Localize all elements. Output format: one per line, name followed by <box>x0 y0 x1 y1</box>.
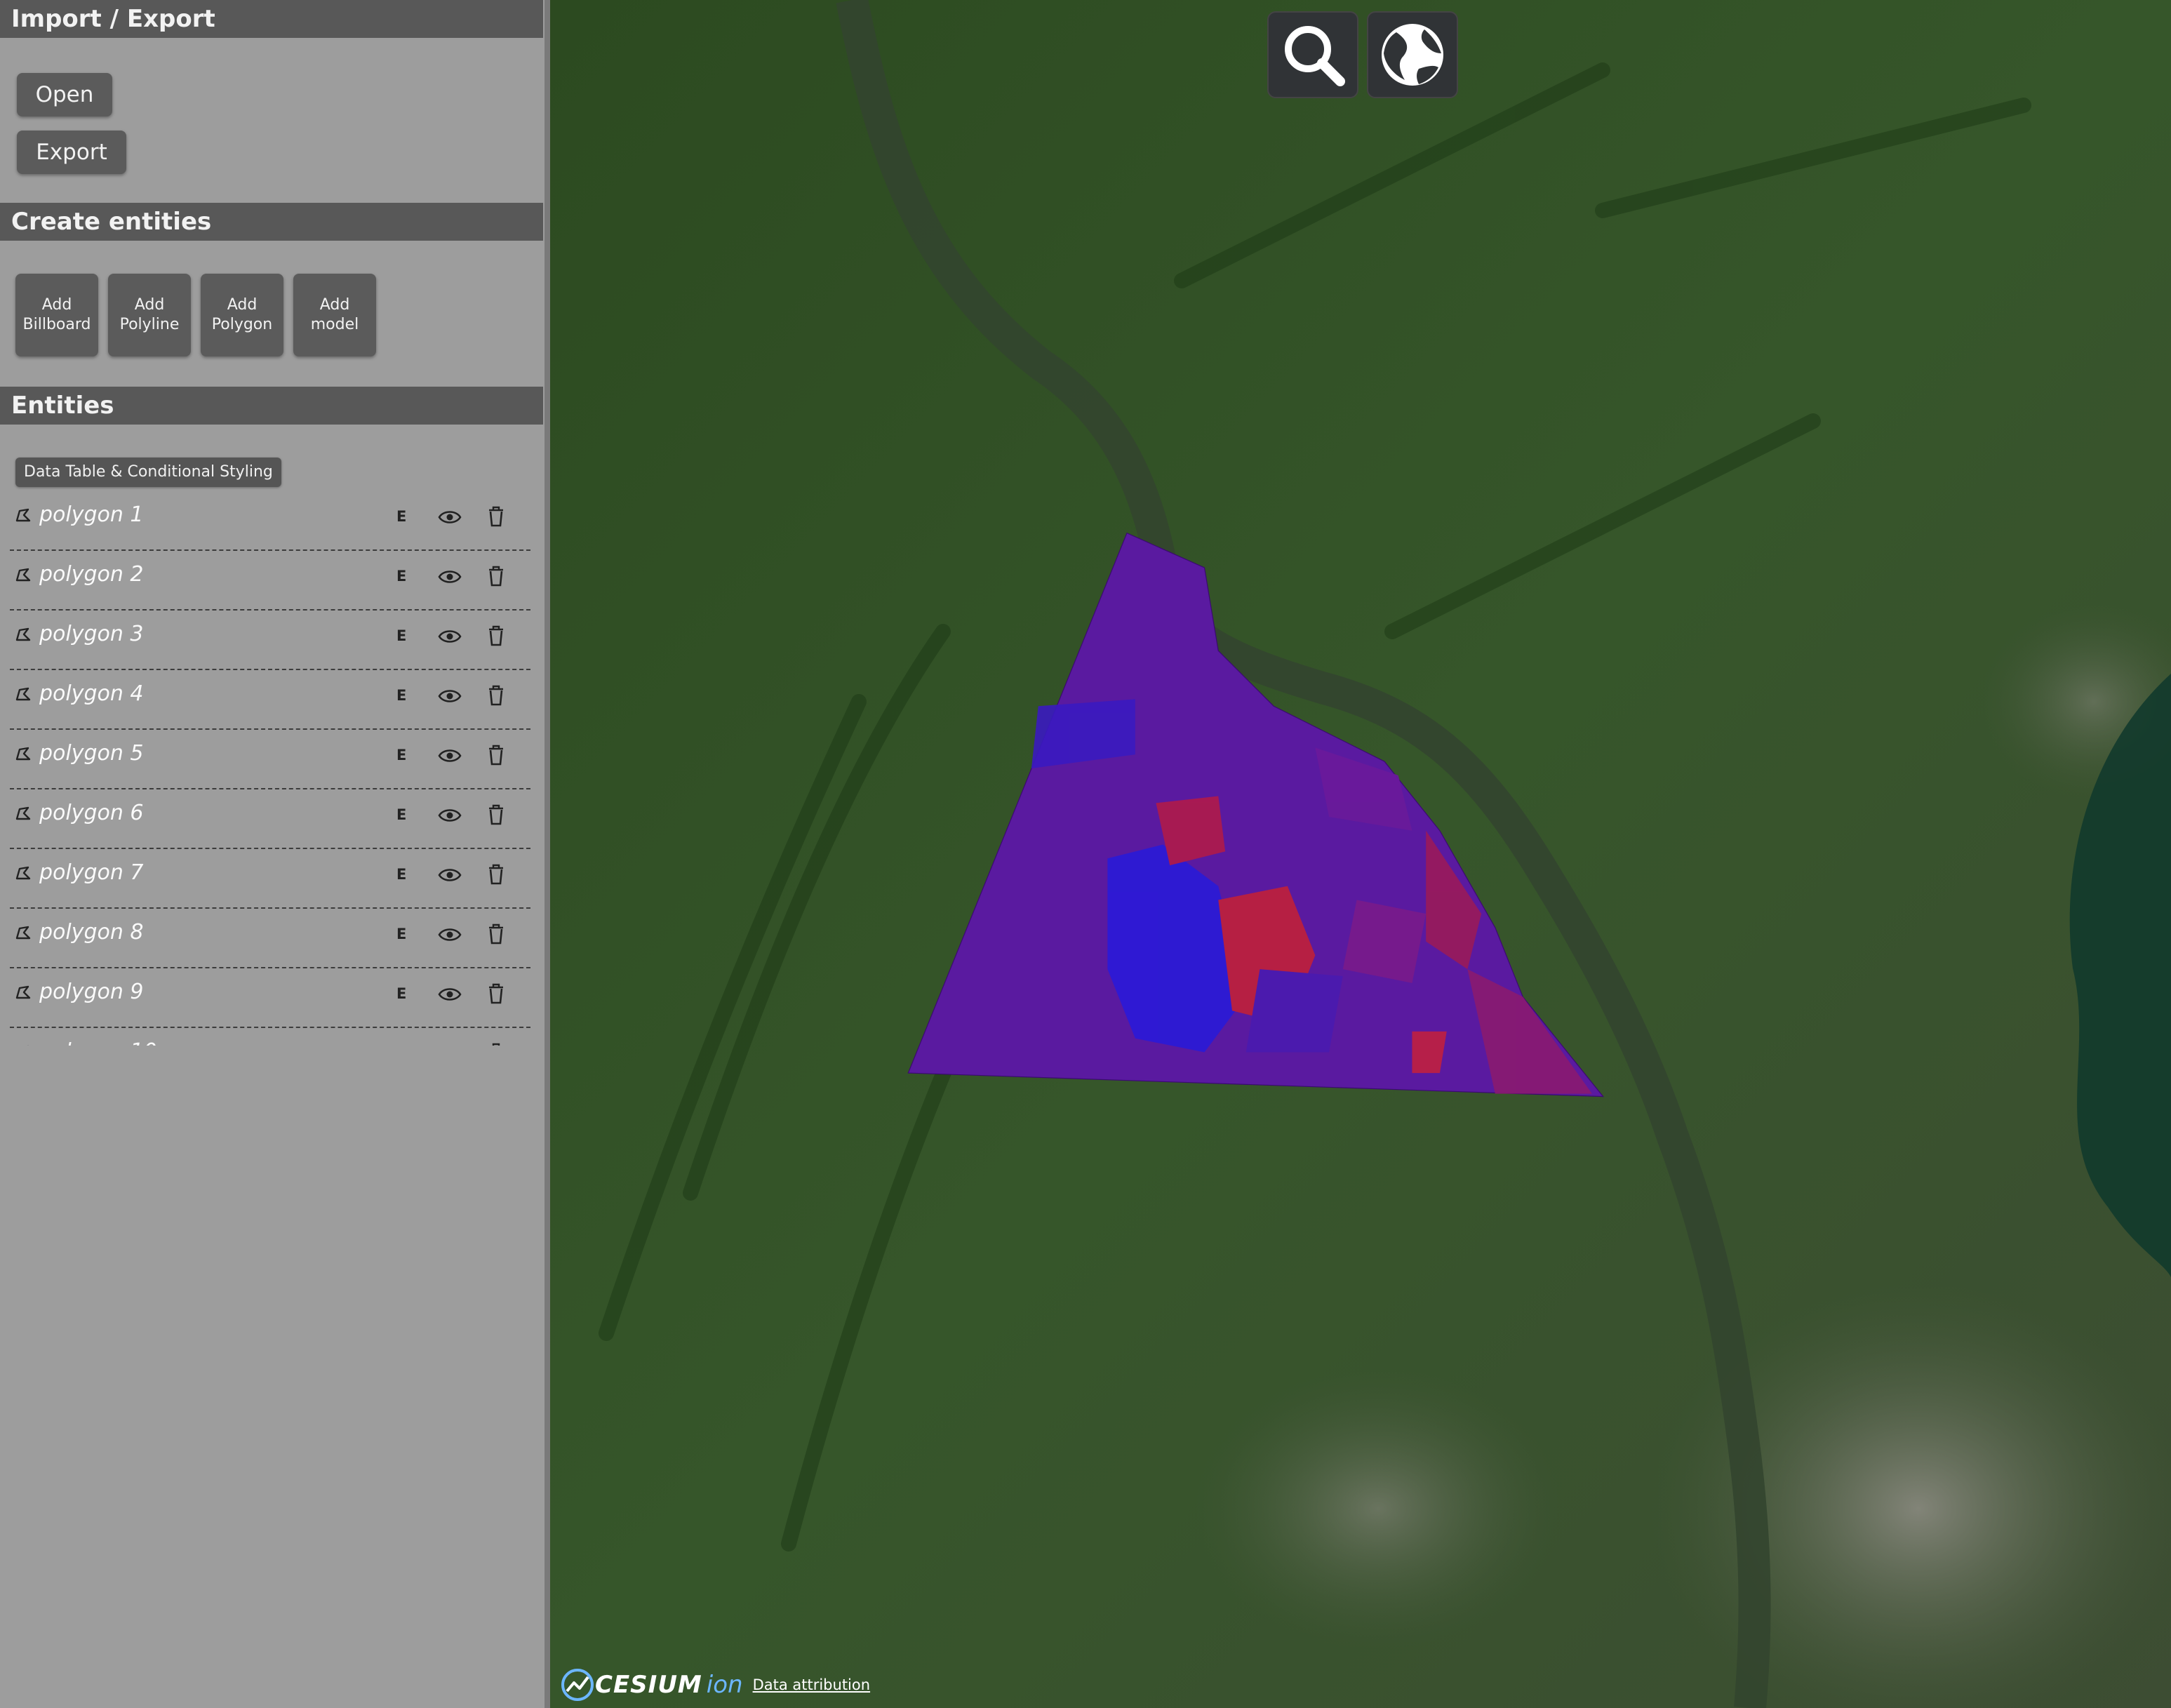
edit-button[interactable]: E <box>396 1045 406 1046</box>
entity-row[interactable]: polygon 10 E <box>10 1028 530 1046</box>
edit-button[interactable]: E <box>396 687 406 704</box>
edit-button[interactable]: E <box>396 926 406 942</box>
polygon-type-icon <box>15 627 31 641</box>
trash-icon[interactable] <box>487 744 505 766</box>
cesium-ion-brand: ion <box>706 1671 743 1699</box>
map-viewport[interactable] <box>550 0 2171 1708</box>
credits-bar: CESIUM ion Data attribution <box>560 1667 870 1702</box>
eye-icon[interactable] <box>438 1045 462 1046</box>
cesium-logo-icon <box>561 1669 594 1701</box>
add-polygon-button[interactable]: Add Polygon <box>201 274 283 356</box>
entity-row[interactable]: polygon 7 E <box>10 849 530 909</box>
entity-row[interactable]: polygon 5 E <box>10 730 530 789</box>
trash-icon[interactable] <box>487 923 505 945</box>
polygon-type-icon <box>15 926 31 940</box>
satellite-imagery <box>550 0 2171 1708</box>
trash-icon[interactable] <box>487 803 505 826</box>
trash-icon[interactable] <box>487 863 505 886</box>
polygon-type-icon <box>27 1045 29 1046</box>
cesium-brand: CESIUM <box>595 1671 702 1699</box>
eye-icon[interactable] <box>438 747 462 765</box>
entity-label[interactable]: polygon 1 <box>39 501 144 529</box>
trash-icon[interactable] <box>487 565 505 587</box>
eye-icon[interactable] <box>438 627 462 646</box>
edit-button[interactable]: E <box>396 627 406 644</box>
entity-label[interactable]: polygon 6 <box>39 799 144 827</box>
entities-header: Entities <box>0 387 543 425</box>
edit-button[interactable]: E <box>396 568 406 585</box>
add-billboard-button[interactable]: Add Billboard <box>15 274 98 356</box>
entity-label[interactable]: polygon 2 <box>39 561 144 589</box>
trash-icon[interactable] <box>487 505 505 528</box>
polygon-type-icon <box>15 568 31 582</box>
add-model-button[interactable]: Add model <box>293 274 376 356</box>
trash-icon[interactable] <box>487 684 505 707</box>
entity-row[interactable]: polygon 2 E <box>10 551 530 611</box>
search-button[interactable] <box>1267 11 1358 98</box>
add-polyline-button[interactable]: Add Polyline <box>108 274 191 356</box>
entity-row[interactable]: polygon 8 E <box>10 909 530 968</box>
entity-label[interactable]: polygon 5 <box>39 740 144 768</box>
trash-icon[interactable] <box>487 1042 505 1046</box>
trash-icon[interactable] <box>487 625 505 647</box>
create-entities-header: Create entities <box>0 203 543 241</box>
export-button[interactable]: Export <box>17 131 126 174</box>
polygon-type-icon <box>15 985 31 999</box>
eye-icon[interactable] <box>438 806 462 825</box>
eye-icon[interactable] <box>438 866 462 884</box>
entity-row[interactable]: polygon 1 E <box>10 491 530 551</box>
polygon-type-icon <box>15 806 31 820</box>
globe-icon <box>1382 24 1443 86</box>
eye-icon[interactable] <box>438 926 462 944</box>
search-icon <box>1285 26 1345 86</box>
polygon-type-icon <box>15 747 31 761</box>
data-attribution-link[interactable]: Data attribution <box>753 1676 871 1693</box>
eye-icon[interactable] <box>438 508 462 526</box>
entity-list: polygon 1 Epolygon 2 Epolygon 3 Epolygon 4 E… <box>0 491 545 1046</box>
edit-button[interactable]: E <box>396 806 406 823</box>
edit-button[interactable]: E <box>396 866 406 883</box>
entity-label[interactable]: polygon 8 <box>39 919 144 947</box>
edit-button[interactable]: E <box>396 747 406 763</box>
edit-button[interactable]: E <box>396 985 406 1002</box>
eye-icon[interactable] <box>438 568 462 586</box>
polygon-type-icon <box>15 866 31 880</box>
entity-label[interactable]: polygon 3 <box>39 620 144 648</box>
open-button[interactable]: Open <box>17 73 112 116</box>
trash-icon[interactable] <box>487 982 505 1005</box>
entity-row[interactable]: polygon 9 E <box>10 968 530 1028</box>
entity-label[interactable]: polygon 7 <box>39 859 144 887</box>
entity-label[interactable]: polygon 10 <box>39 1038 157 1046</box>
entity-label[interactable]: polygon 9 <box>39 978 144 1006</box>
base-layer-picker-button[interactable] <box>1367 11 1458 98</box>
edit-button[interactable]: E <box>396 508 406 525</box>
entity-row[interactable]: polygon 6 E <box>10 789 530 849</box>
entity-row[interactable]: polygon 3 E <box>10 611 530 670</box>
panel-divider[interactable] <box>545 0 550 1708</box>
import-export-header: Import / Export <box>0 0 543 38</box>
eye-icon[interactable] <box>438 985 462 1003</box>
sidebar: Import / Export Open Export Create entit… <box>0 0 545 1708</box>
data-table-button[interactable]: Data Table & Conditional Styling <box>15 458 281 487</box>
entity-label[interactable]: polygon 4 <box>39 680 144 708</box>
entity-row[interactable]: polygon 4 E <box>10 670 530 730</box>
polygon-type-icon <box>15 687 31 701</box>
polygon-type-icon <box>15 508 31 522</box>
eye-icon[interactable] <box>438 687 462 705</box>
